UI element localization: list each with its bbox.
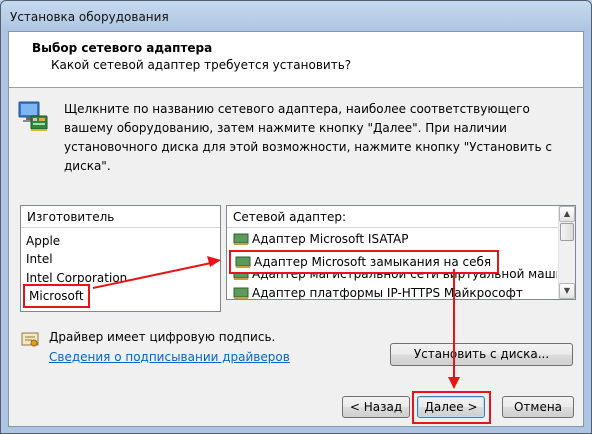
scroll-thumb[interactable] bbox=[560, 223, 574, 241]
network-card-icon bbox=[233, 233, 249, 245]
instructions-text: Щелкните по названию сетевого адаптера, … bbox=[64, 102, 553, 173]
network-card-icon bbox=[233, 287, 249, 299]
back-button[interactable]: < Назад bbox=[342, 396, 410, 418]
page-title: Выбор сетевого адаптера bbox=[32, 41, 213, 55]
wizard-header: Выбор сетевого адаптера Какой сетевой ад… bbox=[9, 32, 583, 88]
manufacturer-list-header: Изготовитель bbox=[21, 206, 220, 228]
list-item[interactable]: Адаптер платформы IP-HTTPS Майкрософт bbox=[233, 284, 523, 300]
adapter-label: Адаптер Microsoft замыкания на себя bbox=[254, 255, 492, 269]
network-adapter-icon bbox=[18, 101, 48, 131]
network-card-icon bbox=[235, 256, 251, 268]
manufacturer-list[interactable]: Изготовитель Apple Intel Intel Corporati… bbox=[20, 205, 221, 312]
adapter-item-selected[interactable]: Адаптер Microsoft замыкания на себя bbox=[229, 250, 500, 274]
list-item[interactable]: Intel bbox=[26, 250, 53, 268]
cancel-button[interactable]: Отмена bbox=[502, 396, 574, 418]
certificate-icon bbox=[21, 332, 39, 347]
scroll-up-button[interactable]: ▲ bbox=[559, 206, 575, 222]
dialog-client-area: Выбор сетевого адаптера Какой сетевой ад… bbox=[8, 31, 584, 427]
dialog-window: Установка оборудования Выбор сетевого ад… bbox=[0, 0, 592, 434]
adapter-label: Адаптер платформы IP-HTTPS Майкрософт bbox=[252, 286, 523, 300]
adapter-list-scrollbar[interactable]: ▲ ▼ bbox=[558, 206, 575, 299]
title-bar[interactable]: Установка оборудования bbox=[1, 1, 591, 31]
driver-signed-text: Драйвер имеет цифровую подпись. bbox=[49, 330, 276, 344]
driver-signing-link[interactable]: Сведения о подписывании драйверов bbox=[49, 350, 290, 364]
list-item[interactable]: Адаптер Microsoft ISATAP bbox=[233, 230, 408, 248]
list-item[interactable]: Apple bbox=[26, 232, 60, 250]
page-subtitle: Какой сетевой адаптер требуется установи… bbox=[51, 58, 352, 72]
window-title: Установка оборудования bbox=[10, 10, 169, 24]
next-button-highlight bbox=[412, 391, 491, 424]
scroll-down-button[interactable]: ▼ bbox=[559, 283, 575, 299]
have-disk-button[interactable]: Установить с диска... bbox=[390, 343, 573, 366]
manufacturer-item-selected[interactable]: Microsoft bbox=[23, 284, 90, 308]
adapter-label: Адаптер Microsoft ISATAP bbox=[252, 232, 409, 246]
adapter-list[interactable]: Сетевой адаптер: Адаптер Microsoft ISATA… bbox=[226, 205, 576, 300]
adapter-list-header: Сетевой адаптер: bbox=[227, 206, 575, 228]
